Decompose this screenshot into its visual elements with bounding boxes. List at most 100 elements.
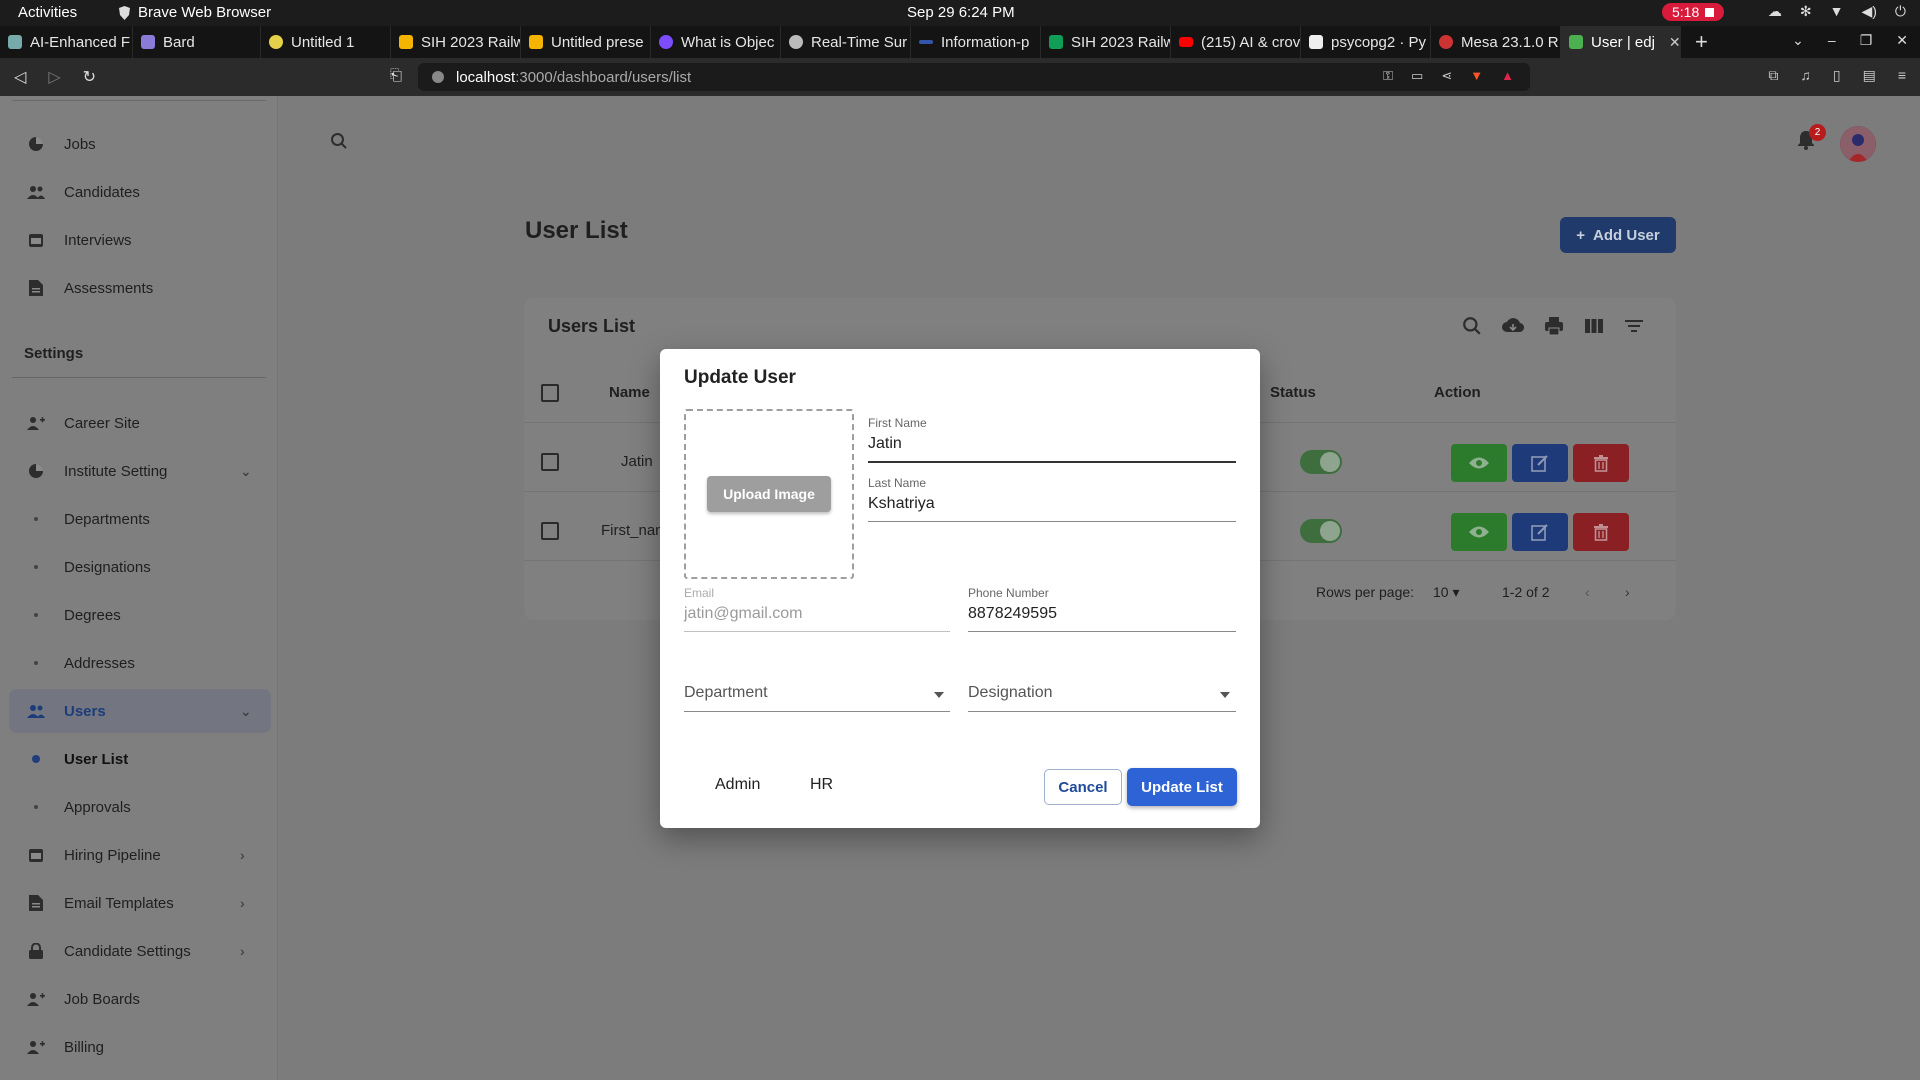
sidebar-item-email-templates[interactable]: Email Templates › (0, 881, 278, 925)
edit-button[interactable] (1512, 513, 1568, 551)
delete-button[interactable] (1573, 444, 1629, 482)
url-bar[interactable]: localhost:3000/dashboard/users/list ⚿ ▭ … (418, 63, 1530, 91)
row-checkbox[interactable] (541, 453, 559, 471)
browser-tab[interactable]: SIH 2023 Railw (1041, 26, 1171, 58)
browser-tab[interactable]: Untitled 1 (261, 26, 391, 58)
last-name-field[interactable]: Last Name Kshatriya (868, 476, 1236, 522)
sidebar-item-billing[interactable]: Billing (0, 1025, 278, 1069)
view-button[interactable] (1451, 513, 1507, 551)
first-name-input[interactable]: Jatin (868, 435, 1236, 457)
extensions-icon[interactable]: ⧉ (1768, 67, 1778, 84)
role-tab-hr[interactable]: HR (810, 776, 833, 794)
rows-per-page-select[interactable]: 10 ▾ (1433, 584, 1460, 601)
browser-tab[interactable]: (215) AI & crov (1171, 26, 1301, 58)
system-tray[interactable]: ☁ ✻ ▼ ◀) ⏻ (1768, 3, 1906, 20)
first-name-field[interactable]: First Name Jatin (868, 416, 1236, 463)
previous-page-icon[interactable]: ‹ (1585, 584, 1590, 600)
sidebar-item-career-site[interactable]: Career Site (0, 401, 278, 445)
status-toggle[interactable] (1300, 519, 1342, 543)
browser-tab[interactable]: What is Objec (651, 26, 781, 58)
sidebar-item-label: Hiring Pipeline (64, 846, 161, 864)
browser-tab[interactable]: Real-Time Sur (781, 26, 911, 58)
media-icon[interactable]: ♫ (1800, 67, 1811, 84)
upload-image-button[interactable]: Upload Image (707, 476, 831, 512)
activities-button[interactable]: Activities (18, 4, 77, 21)
update-list-button[interactable]: Update List (1127, 768, 1237, 806)
image-upload-dropzone[interactable]: Upload Image (684, 409, 854, 579)
columns-icon[interactable] (1584, 316, 1604, 336)
brave-shields-icon[interactable]: ▼ (1470, 68, 1483, 84)
edit-button[interactable] (1512, 444, 1568, 482)
sidebar-item-institute-setting[interactable]: Institute Setting ⌄ (0, 449, 278, 493)
download-icon[interactable] (1502, 316, 1524, 336)
close-window-icon[interactable]: ✕ (1896, 32, 1908, 49)
wallet-icon[interactable]: ▤ (1863, 67, 1876, 84)
tab-list-chevron-icon[interactable]: ⌄ (1792, 32, 1804, 49)
sidebar-item-interviews[interactable]: Interviews (0, 218, 278, 262)
browser-tab[interactable]: Untitled prese (521, 26, 651, 58)
phone-number-field[interactable]: Phone Number 8878249595 (968, 586, 1236, 632)
share-icon[interactable]: ⋖ (1441, 68, 1452, 84)
last-name-input[interactable]: Kshatriya (868, 495, 1236, 517)
browser-tab[interactable]: Bard (133, 26, 261, 58)
sidebar-item-degrees[interactable]: Degrees (0, 593, 278, 637)
browser-tab[interactable]: SIH 2023 Railw (391, 26, 521, 58)
sidebar-toggle-icon[interactable]: ▯ (1833, 67, 1841, 84)
sidebar-item-assessments[interactable]: Assessments (0, 266, 278, 310)
eye-icon (1469, 526, 1489, 538)
app-menu[interactable]: Brave Web Browser (118, 4, 271, 21)
role-tab-admin[interactable]: Admin (715, 776, 760, 794)
next-page-icon[interactable]: › (1625, 584, 1630, 600)
sidebar-item-users[interactable]: Users ⌄ (9, 689, 271, 733)
search-icon[interactable] (330, 132, 348, 155)
cancel-button[interactable]: Cancel (1044, 769, 1122, 805)
phone-number-input[interactable]: 8878249595 (968, 605, 1236, 627)
row-checkbox[interactable] (541, 522, 559, 540)
sidebar-item-candidate-settings[interactable]: Candidate Settings › (0, 929, 278, 973)
sidebar-item-departments[interactable]: Departments (0, 497, 278, 541)
browser-tab[interactable]: Information-p (911, 26, 1041, 58)
key-icon[interactable]: ⚿ (1383, 68, 1393, 84)
browser-tab-active[interactable]: User | edj ✕ (1561, 26, 1681, 58)
sidebar-item-hiring-pipeline[interactable]: Hiring Pipeline › (0, 833, 278, 877)
search-icon[interactable] (1462, 316, 1482, 336)
notifications-button[interactable]: 2 (1797, 124, 1826, 155)
avatar[interactable] (1840, 126, 1876, 162)
browser-tab[interactable]: AI-Enhanced F (0, 26, 133, 58)
bookmark-icon[interactable]: ⎗ (390, 67, 402, 84)
new-tab-button[interactable]: + (1681, 29, 1722, 55)
column-header-name[interactable]: Name (609, 384, 650, 401)
site-info-icon[interactable] (432, 71, 444, 83)
print-icon[interactable] (1544, 316, 1564, 336)
menu-icon[interactable]: ≡ (1898, 67, 1906, 84)
sidebar-item-addresses[interactable]: Addresses (0, 641, 278, 685)
sidebar-item-candidates[interactable]: Candidates (0, 170, 278, 214)
delete-button[interactable] (1573, 513, 1629, 551)
view-button[interactable] (1451, 444, 1507, 482)
browser-tab[interactable]: psycopg2 · Py (1301, 26, 1431, 58)
sidebar-item-job-boards[interactable]: Job Boards (0, 977, 278, 1021)
sidebar-item-designations[interactable]: Designations (0, 545, 278, 589)
close-tab-icon[interactable]: ✕ (1669, 34, 1680, 51)
minimize-icon[interactable]: – (1828, 32, 1836, 49)
filter-icon[interactable] (1624, 316, 1644, 336)
brave-rewards-icon[interactable]: ▲ (1501, 68, 1514, 84)
tab-favicon-icon (1309, 35, 1323, 49)
department-select[interactable]: Department (684, 684, 950, 712)
clock[interactable]: Sep 29 6:24 PM (907, 4, 1015, 21)
select-all-checkbox[interactable] (541, 384, 559, 402)
screen-recording-indicator[interactable]: 5:18 (1662, 3, 1725, 21)
cast-icon[interactable]: ▭ (1411, 68, 1423, 84)
sidebar-item-user-list[interactable]: User List (0, 737, 278, 781)
designation-select[interactable]: Designation (968, 684, 1236, 712)
restore-icon[interactable]: ❐ (1860, 32, 1873, 49)
forward-icon[interactable]: ▷ (48, 67, 60, 87)
tab-favicon-icon (8, 35, 22, 49)
reload-icon[interactable]: ↻ (83, 67, 96, 87)
back-icon[interactable]: ◁ (14, 67, 26, 87)
sidebar-item-jobs[interactable]: Jobs (0, 122, 278, 166)
status-toggle[interactable] (1300, 450, 1342, 474)
browser-tab[interactable]: Mesa 23.1.0 R (1431, 26, 1561, 58)
add-user-button[interactable]: + Add User (1560, 217, 1676, 253)
sidebar-item-approvals[interactable]: Approvals (0, 785, 278, 829)
